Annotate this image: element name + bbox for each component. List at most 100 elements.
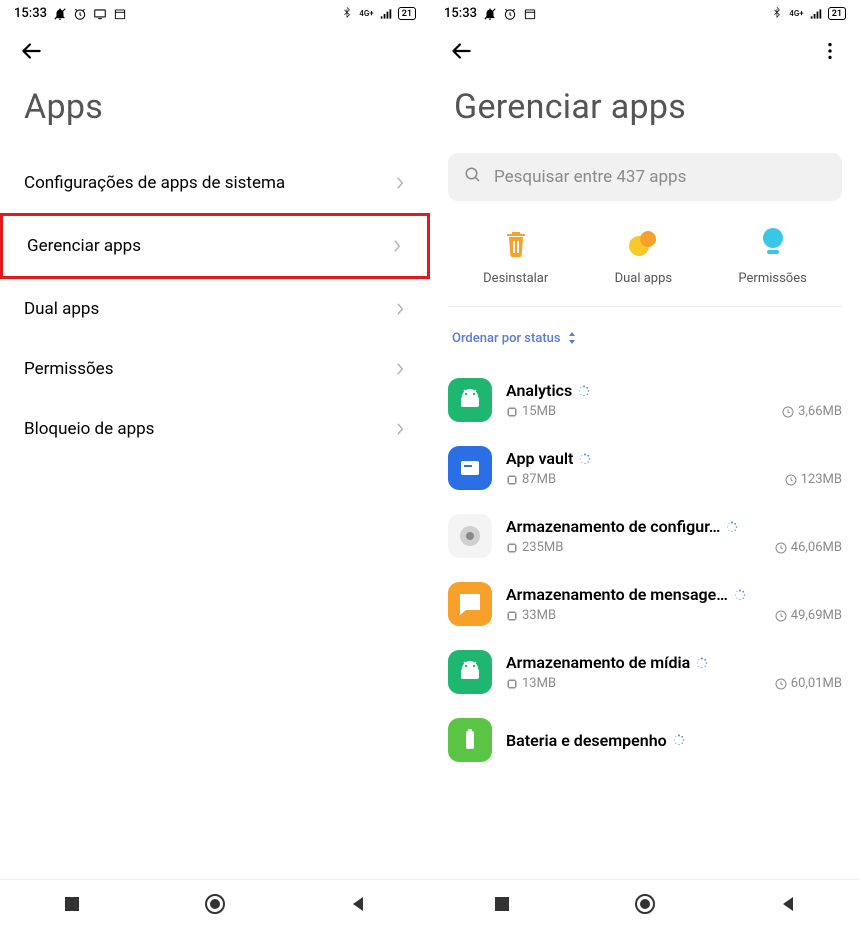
loading-spinner-icon (696, 657, 708, 669)
app-info: Armazenamento de mídia 13MB 60,01MB (506, 653, 842, 691)
action-label: Permissões (738, 271, 806, 286)
app-storage-size: 235MB (506, 540, 563, 555)
nav-back-button[interactable] (346, 892, 370, 916)
action-dual-apps[interactable]: Dual apps (615, 225, 673, 286)
app-row[interactable]: App vault 87MB 123MB (448, 434, 842, 502)
header (0, 23, 430, 73)
nav-home-button[interactable] (203, 892, 227, 916)
app-name: Armazenamento de configur… (506, 517, 720, 536)
nav-recents-button[interactable] (490, 892, 514, 916)
chevron-right-icon (396, 422, 406, 436)
nav-home-button[interactable] (633, 892, 657, 916)
menu-item-dual-apps[interactable]: Dual apps (0, 279, 430, 339)
chevron-right-icon (393, 239, 403, 253)
app-row[interactable]: Armazenamento de configur… 235MB 46,06MB (448, 502, 842, 570)
app-data-size: 123MB (785, 472, 842, 487)
page-title: Gerenciar apps (430, 73, 860, 153)
apps-settings-screen: 15:33 4G+ 21 Apps Configurações de apps … (0, 0, 430, 927)
app-icon (448, 582, 492, 626)
chevron-right-icon (396, 302, 406, 316)
app-info: Armazenamento de configur… 235MB 46,06MB (506, 517, 842, 555)
page-title: Apps (0, 73, 430, 153)
app-list: Analytics 15MB 3,66MB App vault 87MB 123… (430, 366, 860, 774)
app-storage-size: 87MB (506, 472, 556, 487)
manage-apps-screen: 15:33 4G+ 21 Gerenciar apps Pesquisar en… (430, 0, 860, 927)
app-data-size: 60,01MB (775, 676, 842, 691)
app-name: App vault (506, 449, 573, 468)
app-icon (448, 650, 492, 694)
dual-circles-icon (625, 225, 661, 261)
app-info: App vault 87MB 123MB (506, 449, 842, 487)
app-row[interactable]: Analytics 15MB 3,66MB (448, 366, 842, 434)
action-uninstall[interactable]: Desinstalar (483, 225, 548, 286)
status-bar: 15:33 4G+ 21 (0, 0, 430, 23)
loading-spinner-icon (726, 521, 738, 533)
app-row[interactable]: Bateria e desempenho (448, 706, 842, 774)
app-storage-size: 13MB (506, 676, 556, 691)
app-storage-size: 33MB (506, 608, 556, 623)
app-icon (448, 718, 492, 762)
app-info: Analytics 15MB 3,66MB (506, 381, 842, 419)
chevron-right-icon (396, 176, 406, 190)
search-icon (464, 166, 482, 188)
sort-selector[interactable]: Ordenar por status (430, 321, 860, 366)
search-placeholder: Pesquisar entre 437 apps (494, 167, 686, 187)
menu-item-manage-apps[interactable]: Gerenciar apps (0, 213, 430, 279)
trash-icon (498, 225, 534, 261)
dnd-icon (53, 7, 67, 21)
app-name: Bateria e desempenho (506, 731, 667, 750)
app-row[interactable]: Armazenamento de mensage… 33MB 49,69MB (448, 570, 842, 638)
app-row[interactable]: Armazenamento de mídia 13MB 60,01MB (448, 638, 842, 706)
loading-spinner-icon (578, 385, 590, 397)
app-name: Armazenamento de mensage… (506, 585, 728, 604)
status-time: 15:33 (14, 6, 47, 21)
app-data-size: 3,66MB (782, 404, 842, 419)
nav-back-button[interactable] (776, 892, 800, 916)
more-options-button[interactable] (818, 39, 842, 63)
alarm-icon (73, 7, 87, 21)
nav-bar (430, 879, 860, 927)
status-time: 15:33 (444, 6, 477, 21)
battery-indicator: 21 (398, 7, 416, 20)
battery-indicator: 21 (828, 7, 846, 20)
menu-list: Configurações de apps de sistema Gerenci… (0, 153, 430, 459)
app-data-size: 49,69MB (775, 608, 842, 623)
signal-icon (379, 7, 393, 21)
app-name: Analytics (506, 381, 572, 400)
back-button[interactable] (18, 37, 46, 65)
header (430, 23, 860, 73)
bluetooth-icon (770, 7, 784, 21)
divider (448, 306, 842, 307)
menu-item-label: Gerenciar apps (27, 236, 141, 256)
app-data-size: 46,06MB (775, 540, 842, 555)
menu-item-label: Dual apps (24, 299, 99, 319)
status-bar: 15:33 4G+ 21 (430, 0, 860, 23)
search-input[interactable]: Pesquisar entre 437 apps (448, 153, 842, 201)
app-info: Armazenamento de mensage… 33MB 49,69MB (506, 585, 842, 623)
menu-item-label: Configurações de apps de sistema (24, 173, 285, 193)
nav-bar (0, 879, 430, 927)
alarm-icon (503, 7, 517, 21)
menu-item-permissions[interactable]: Permissões (0, 339, 430, 399)
action-label: Dual apps (615, 271, 673, 286)
loading-spinner-icon (579, 453, 591, 465)
sort-arrows-icon (567, 329, 577, 348)
loading-spinner-icon (734, 589, 746, 601)
action-permissions[interactable]: Permissões (738, 225, 806, 286)
nav-recents-button[interactable] (60, 892, 84, 916)
network-label: 4G+ (789, 9, 803, 18)
bluetooth-icon (340, 7, 354, 21)
app-icon (448, 514, 492, 558)
calendar-icon (523, 7, 537, 21)
menu-item-app-lock[interactable]: Bloqueio de apps (0, 399, 430, 459)
sort-label: Ordenar por status (452, 331, 561, 346)
app-storage-size: 15MB (506, 404, 556, 419)
permissions-icon (755, 225, 791, 261)
menu-item-system-apps-config[interactable]: Configurações de apps de sistema (0, 153, 430, 213)
signal-icon (809, 7, 823, 21)
app-icon (448, 378, 492, 422)
quick-actions: Desinstalar Dual apps Permissões (430, 225, 860, 306)
back-button[interactable] (448, 37, 476, 65)
calendar-icon (113, 7, 127, 21)
app-info: Bateria e desempenho (506, 731, 842, 750)
